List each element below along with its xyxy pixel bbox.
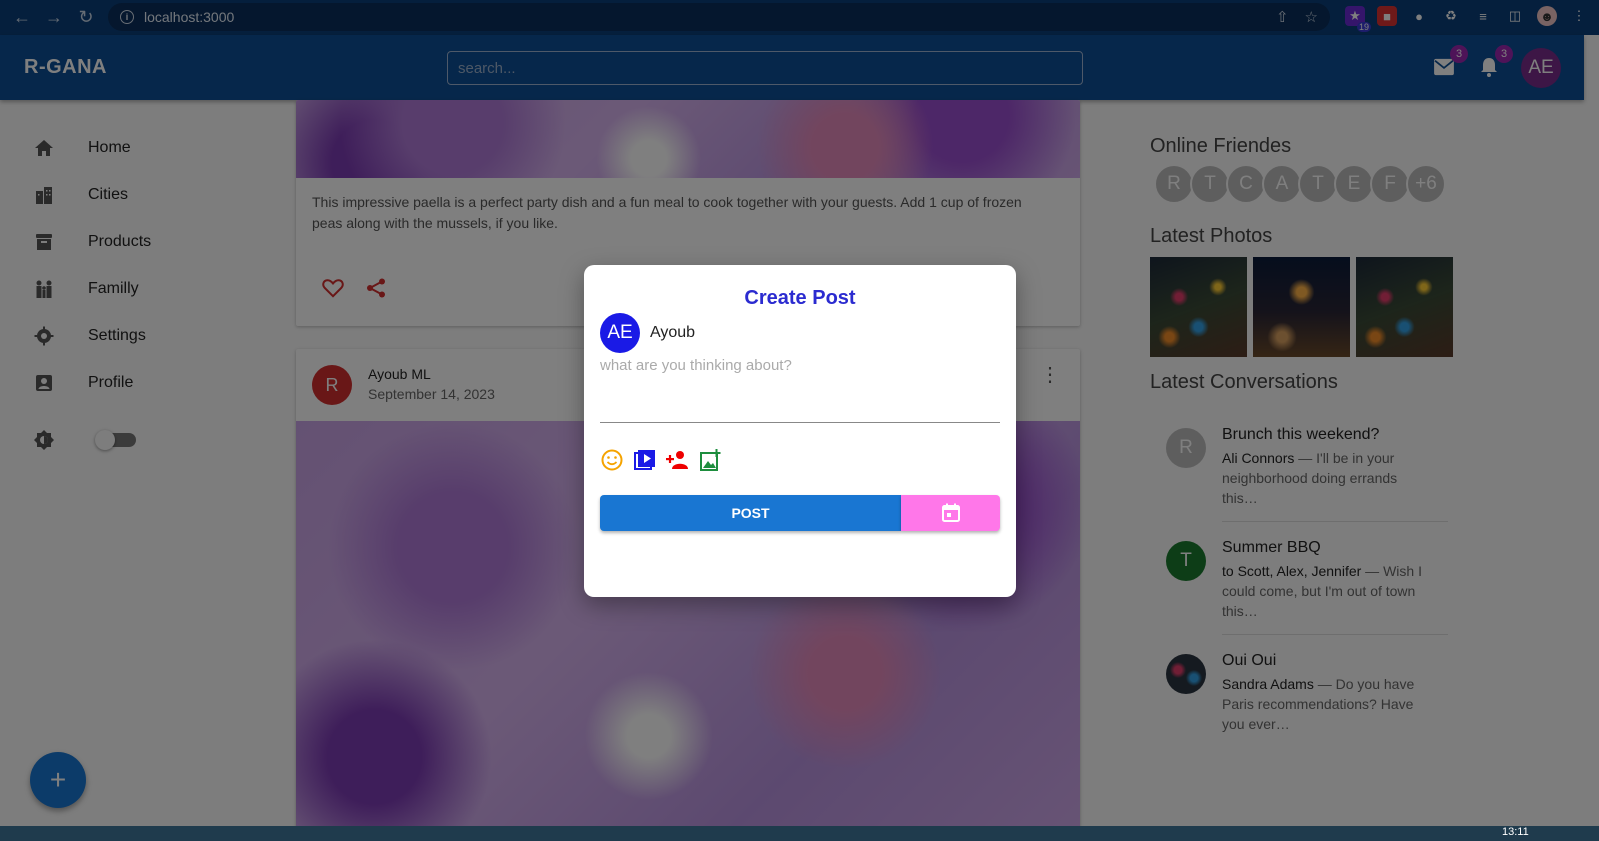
schedule-button[interactable] [901, 495, 1000, 531]
create-post-dialog: Create Post AE Ayoub POST [584, 265, 1016, 597]
tag-person-icon[interactable] [666, 448, 690, 472]
video-icon[interactable] [633, 448, 657, 472]
clock: 13:11 [1502, 826, 1529, 838]
post-button[interactable]: POST [600, 495, 901, 531]
os-taskbar: 13:11 [0, 826, 1599, 841]
dialog-title: Create Post [744, 287, 856, 309]
emoji-icon[interactable] [600, 448, 624, 472]
calendar-icon [941, 503, 960, 522]
username: Ayoub [650, 324, 696, 341]
post-tools [600, 448, 723, 472]
post-text-input[interactable] [600, 357, 1000, 423]
add-photo-icon[interactable] [699, 448, 723, 472]
avatar: AE [600, 313, 640, 353]
